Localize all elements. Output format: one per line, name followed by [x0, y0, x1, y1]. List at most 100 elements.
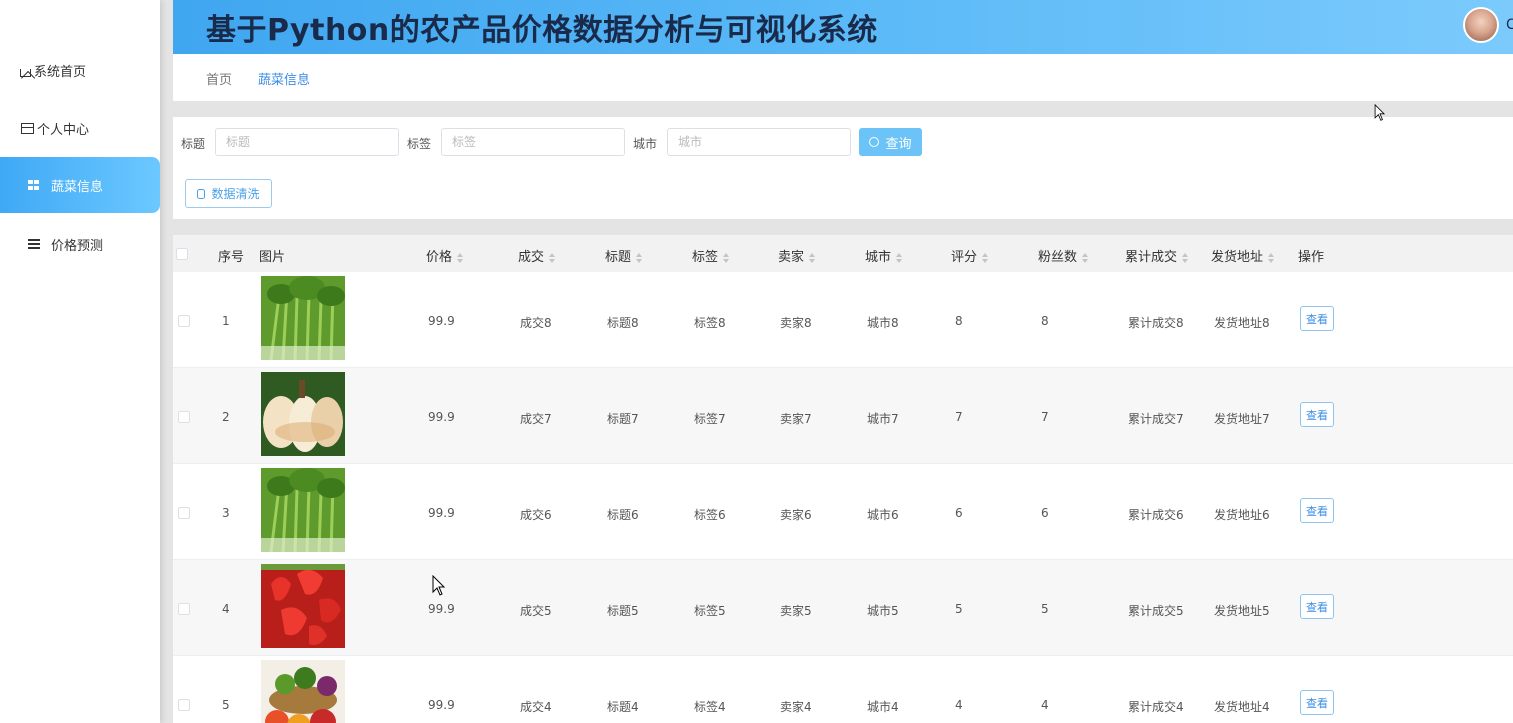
view-button[interactable]: 查看: [1300, 690, 1334, 715]
cell-price: 99.9: [428, 506, 455, 520]
sort-icon[interactable]: [549, 252, 556, 263]
column-header-label: 累计成交: [1125, 250, 1178, 265]
sidebar-item-price-forecast[interactable]: 价格预测: [0, 216, 160, 272]
cell-fans: 5: [1041, 602, 1049, 616]
app-title: 基于Python的农产品价格数据分析与可视化系统: [206, 13, 878, 48]
cell-total-deal: 累计成交7: [1128, 412, 1184, 426]
row-checkbox[interactable]: [178, 315, 190, 327]
column-header-label: 标签: [692, 250, 719, 265]
row-checkbox[interactable]: [178, 411, 190, 423]
view-button[interactable]: 查看: [1300, 306, 1334, 331]
cell-fans: 8: [1041, 314, 1049, 328]
table-header: 序号 图片 价格 成交 标题 标签 卖家 城市 评分 粉丝数 累计成交 发货地址…: [173, 235, 1513, 272]
column-header-total-deal[interactable]: 累计成交: [1125, 246, 1189, 265]
cell-total-deal: 累计成交4: [1128, 700, 1184, 714]
title-filter-label: 标题: [181, 137, 206, 151]
card-icon: [21, 122, 34, 134]
cell-total-deal: 累计成交6: [1128, 508, 1184, 522]
cell-title: 标题5: [607, 604, 639, 618]
cell-title: 标题7: [607, 412, 639, 426]
mouse-cursor-icon: [1374, 104, 1386, 121]
column-header-label: 成交: [518, 250, 545, 265]
breadcrumb-home[interactable]: 首页: [206, 69, 232, 88]
cell-fans: 7: [1041, 410, 1049, 424]
table-row[interactable]: 1 99.9 成交8 标题8 标签8 卖家8 城市8 8 8 累计成交8 发货地址8 查看: [173, 272, 1513, 368]
data-clean-button[interactable]: 数据清洗: [185, 179, 272, 208]
column-header-city[interactable]: 城市: [865, 246, 903, 265]
table-row[interactable]: 3 99.9 成交6 标题6 标签6 卖家6 城市6 6 6 累计成交6 发货地址6 查看: [173, 464, 1513, 560]
row-checkbox[interactable]: [178, 603, 190, 615]
column-header-tag[interactable]: 标签: [692, 246, 730, 265]
cell-ship-address: 发货地址8: [1214, 316, 1270, 330]
cell-total-deal: 累计成交8: [1128, 316, 1184, 330]
sidebar-item-vegetables[interactable]: 蔬菜信息: [0, 157, 160, 213]
query-button[interactable]: 查询: [859, 128, 922, 156]
column-header-index: 序号: [218, 250, 245, 265]
view-button[interactable]: 查看: [1300, 498, 1334, 523]
column-header-price[interactable]: 价格: [426, 246, 464, 265]
cell-deal: 成交4: [520, 700, 552, 714]
sort-icon[interactable]: [1268, 252, 1275, 263]
column-header-label: 粉丝数: [1038, 250, 1078, 265]
table-row[interactable]: 5 99.9 成交4 标题4 标签4 卖家4 城市4 4 4 累计成交4 发货地址4 查看: [173, 656, 1513, 723]
sort-icon[interactable]: [809, 252, 816, 263]
cell-tag: 标签8: [694, 316, 726, 330]
column-header-label: 价格: [426, 250, 453, 265]
app-header: 基于Python的农产品价格数据分析与可视化系统 C: [173, 0, 1513, 54]
breadcrumb-current[interactable]: 蔬菜信息: [258, 69, 310, 88]
column-header-fans[interactable]: 粉丝数: [1038, 246, 1089, 265]
column-header-title[interactable]: 标题: [605, 246, 643, 265]
sort-icon[interactable]: [457, 252, 464, 263]
sort-icon[interactable]: [982, 252, 989, 263]
cell-deal: 成交5: [520, 604, 552, 618]
cell-city: 城市8: [867, 316, 899, 330]
cell-seller: 卖家7: [780, 412, 812, 426]
cell-rating: 8: [955, 314, 963, 328]
cell-price: 99.9: [428, 410, 455, 424]
sort-icon[interactable]: [1082, 252, 1089, 263]
row-checkbox[interactable]: [178, 699, 190, 711]
user-name[interactable]: C: [1506, 17, 1513, 33]
row-checkbox[interactable]: [178, 507, 190, 519]
sort-icon[interactable]: [896, 252, 903, 263]
cell-rating: 5: [955, 602, 963, 616]
column-header-seller[interactable]: 卖家: [778, 246, 816, 265]
sort-icon[interactable]: [636, 252, 643, 263]
cell-index: 4: [222, 602, 230, 616]
column-header-image: 图片: [259, 250, 286, 265]
select-all-checkbox[interactable]: [176, 248, 188, 260]
column-header-deal[interactable]: 成交: [518, 246, 556, 265]
view-button[interactable]: 查看: [1300, 594, 1334, 619]
home-icon: [20, 68, 31, 77]
tag-filter-input[interactable]: [441, 128, 625, 156]
sidebar-item-label: 系统首页: [34, 64, 87, 80]
column-header-action: 操作: [1298, 250, 1325, 265]
sidebar-item-label: 个人中心: [37, 122, 90, 138]
cell-title: 标题6: [607, 508, 639, 522]
cell-tag: 标签7: [694, 412, 726, 426]
table-row[interactable]: 4 99.9 成交5 标题5 标签5 卖家5 城市5 5 5 累计成交5 发货地址5 查看: [173, 560, 1513, 656]
view-button[interactable]: 查看: [1300, 402, 1334, 427]
column-header-ship-address[interactable]: 发货地址: [1211, 246, 1275, 265]
celery-image: [261, 276, 345, 360]
data-clean-button-label: 数据清洗: [211, 187, 260, 201]
cell-rating: 4: [955, 698, 963, 712]
sort-icon[interactable]: [1182, 252, 1189, 263]
sidebar-item-profile[interactable]: 个人中心: [0, 100, 160, 156]
column-header-rating[interactable]: 评分: [951, 246, 989, 265]
city-filter-input[interactable]: [667, 128, 851, 156]
tag-filter-label: 标签: [407, 137, 432, 151]
cell-tag: 标签4: [694, 700, 726, 714]
cell-ship-address: 发货地址4: [1214, 700, 1270, 714]
sort-icon[interactable]: [723, 252, 730, 263]
cell-ship-address: 发货地址6: [1214, 508, 1270, 522]
cell-seller: 卖家6: [780, 508, 812, 522]
cell-seller: 卖家8: [780, 316, 812, 330]
cell-city: 城市7: [867, 412, 899, 426]
avatar[interactable]: [1463, 7, 1499, 43]
cell-title: 标题8: [607, 316, 639, 330]
title-filter-input[interactable]: [215, 128, 399, 156]
table-row[interactable]: 2 99.9 成交7 标题7 标签7 卖家7 城市7 7 7 累计成交7 发货地址7 查看: [173, 368, 1513, 464]
cell-deal: 成交7: [520, 412, 552, 426]
sidebar-item-home[interactable]: 系统首页: [0, 42, 160, 98]
